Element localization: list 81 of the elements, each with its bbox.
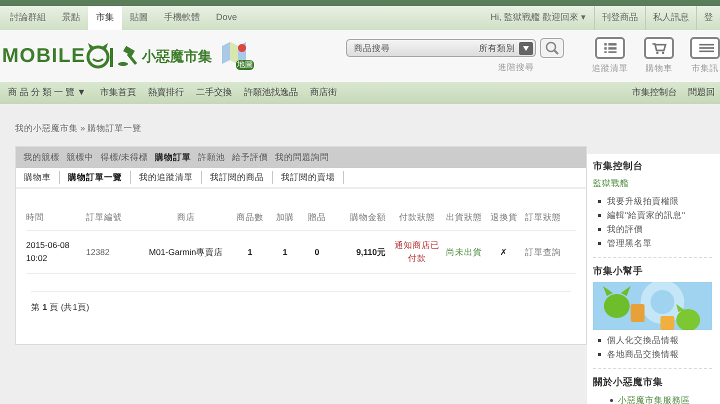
sidebar-link[interactable]: 小惡魔市集服務區	[618, 394, 690, 404]
category-menu[interactable]: 商 品 分 類 一 覽 ▼	[0, 86, 94, 100]
column-header: 訂單編號	[86, 211, 123, 224]
sidebar-heading: 關於小惡魔市集	[593, 376, 664, 390]
site-tab[interactable]: 市集	[88, 6, 122, 30]
main-tab[interactable]: 許願池	[194, 151, 228, 164]
sidebar-heading: 市集小幫手	[593, 265, 644, 279]
main-tab[interactable]: 我的競標	[20, 151, 63, 164]
site-tab[interactable]: 手機軟體	[156, 6, 208, 30]
nav-link[interactable]: 市集首頁	[94, 86, 142, 100]
main-tab[interactable]: 競標中	[63, 151, 97, 164]
column-header: 出貨狀態	[445, 211, 483, 224]
search-icon	[545, 41, 559, 56]
sub-tab[interactable]: 購物車	[16, 171, 60, 184]
search-field[interactable]: 商品搜尋 所有類別	[346, 39, 536, 58]
column-header: 付款狀態	[398, 211, 436, 224]
sidebar-link[interactable]: 管理黑名單	[607, 236, 652, 250]
main-tab[interactable]: 給予評價	[228, 151, 272, 164]
table-cell-text: M01-Garmin專賣店	[148, 246, 224, 258]
bullet-icon	[598, 338, 601, 342]
sidebar-link[interactable]: 各地商品交換情報	[607, 348, 679, 361]
sub-tab[interactable]: 我的追蹤清單	[131, 171, 202, 184]
table-cell-text: 1	[282, 246, 288, 258]
user-menu[interactable]: Hi, 監獄戰艦 歡迎回來 ▾	[482, 6, 594, 30]
main-tab[interactable]: 我的問題詢問	[271, 151, 332, 164]
bullet-icon	[598, 352, 601, 356]
column-header: 加購	[275, 211, 295, 224]
category-select[interactable]: 所有類別	[479, 42, 515, 54]
main-tab[interactable]: 購物訂單	[151, 151, 194, 164]
logo-title: 小惡魔市集	[142, 46, 212, 66]
sidebar-heading: 市集控制台	[593, 160, 644, 174]
devil-face-icon	[86, 43, 114, 69]
bullet-icon	[610, 399, 613, 402]
table-cell-text: 0	[314, 246, 320, 258]
site-tab[interactable]: 討論群組	[2, 6, 54, 30]
site-tab[interactable]: 景點	[54, 6, 88, 30]
sub-tab[interactable]: 購物訂單一覽	[60, 171, 131, 184]
table-cell-text: 12382	[86, 246, 111, 258]
sidebar-link[interactable]: 我的評價	[607, 222, 643, 236]
sidebar-link[interactable]: 個人化交換品情報	[607, 334, 679, 347]
order-query-link[interactable]: 訂單查詢	[522, 246, 564, 258]
breadcrumb: 我的小惡魔市集 » 購物訂單一覽	[15, 122, 142, 135]
column-header: 商店	[176, 211, 196, 224]
column-header: 購物金額	[349, 211, 387, 224]
table-cell-text: 通知商店已付款	[394, 239, 440, 265]
nav-link[interactable]: 熱賣排行	[142, 86, 190, 100]
sidebar-link[interactable]: 我要升級拍賣權限	[607, 194, 679, 208]
table-cell-text: 2015-06-08 10:02	[26, 239, 70, 265]
dropdown-icon	[519, 42, 533, 55]
bullet-icon	[598, 242, 601, 244]
bullet-icon	[598, 228, 601, 230]
nav-link[interactable]: 許願池找逸品	[238, 86, 304, 100]
table-cell-text: 9,110元	[355, 246, 387, 258]
pagination: 第 1頁 (共1頁)	[31, 301, 90, 314]
sidebar-link[interactable]: 編輯"給賣家的訊息"	[607, 208, 686, 222]
search-button[interactable]	[540, 38, 564, 58]
sub-tab[interactable]: 我訂閱的商品	[202, 171, 273, 184]
nav-link[interactable]: 商店街	[304, 86, 343, 100]
column-header: 贈品	[307, 211, 327, 224]
gavel-icon	[116, 44, 140, 68]
bullet-icon	[598, 214, 601, 216]
main-tab[interactable]: 得標/未得標	[97, 151, 152, 164]
map-label[interactable]: 地圖	[236, 60, 254, 70]
table-cell-text: 1	[246, 246, 254, 258]
cart-icon	[644, 37, 674, 60]
column-header: 退換貨	[490, 211, 518, 224]
column-header: 訂單狀態	[524, 211, 562, 224]
list-icon	[595, 37, 625, 60]
column-header: 商品數	[236, 211, 264, 224]
sub-tab[interactable]: 我訂閱的賣場	[273, 171, 344, 184]
nav-link[interactable]: 二手交換	[190, 86, 238, 100]
nav-link[interactable]: 市集控制台	[626, 86, 682, 100]
site-tab[interactable]: Dove	[208, 6, 246, 30]
site-tab[interactable]: 貼圖	[122, 6, 156, 30]
table-cell-text: ✗	[499, 246, 509, 258]
logo-wordmark: MOBILE	[2, 46, 86, 66]
bullet-icon	[598, 200, 601, 202]
nav-link[interactable]: 問題回	[682, 86, 720, 100]
column-header: 時間	[26, 211, 45, 224]
sidebar-user-link[interactable]: 監獄戰艦	[593, 177, 712, 190]
table-cell-text: 尚未出貨	[445, 246, 483, 258]
